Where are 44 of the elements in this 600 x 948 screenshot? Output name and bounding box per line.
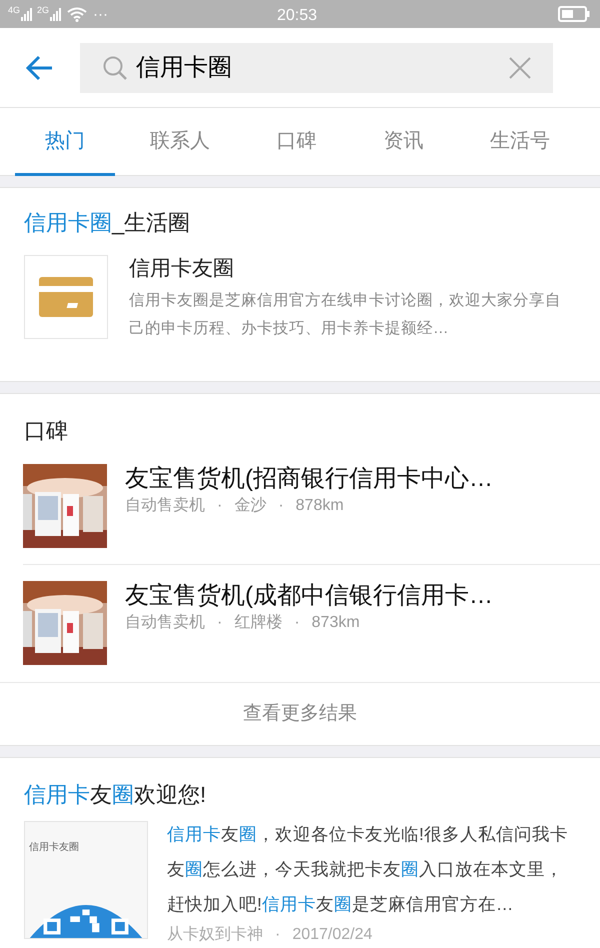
clear-icon[interactable] [509,56,531,78]
credit-card-icon [39,277,93,317]
separator-dot: · [275,925,280,945]
wifi-icon [67,6,88,22]
battery-icon [558,6,590,22]
shop-distance: 873km [312,613,360,633]
separator-dot: · [217,613,222,633]
tab[interactable]: 热门 [15,108,115,176]
article-summary: 信用卡友圈，欢迎各位卡友光临!很多人私信问我卡友圈怎么进，今天我就把卡友圈入口放在本文里，赶快加入吧!信用卡友圈是芝麻信用官方在… [167,823,569,916]
search-field[interactable]: 信用卡圈 [80,42,553,92]
network-label: 4G [8,6,20,15]
tab[interactable]: 联系人 [118,108,242,176]
signal-icon [21,7,34,21]
separator-dot: · [217,496,222,516]
article-author: 从卡奴到卡神 [167,924,263,945]
shop-name: 友宝售货机(成都中信银行信用卡… [125,581,494,611]
more-results-link[interactable]: 查看更多结果 [243,700,357,728]
article-title: 信用卡友圈欢迎您! [24,781,208,809]
item-title: 信用卡友圈 [129,256,235,282]
item-description: 信用卡友圈是芝麻信用官方在线申卡讨论圈，欢迎大家分享自己的申卡历程、办卡技巧、用卡养卡提额经… [129,291,562,339]
shop-category: 自动售卖机 [125,496,205,516]
separator-dot: · [294,613,300,633]
signal-icon [50,7,62,21]
shop-area: 金沙 [234,494,266,518]
shop-distance: 878km [296,496,344,516]
shop-name: 友宝售货机(招商银行信用卡中心… [125,464,494,494]
network-label: 2G [37,6,50,15]
tab[interactable]: 资讯 [352,108,456,176]
section-title: 信用卡圈_生活圈 [24,209,192,237]
life-circle-item[interactable]: 信用卡友圈 信用卡友圈是芝麻信用官方在线申卡讨论圈，欢迎大家分享自己的申卡历程、办卡技巧、用卡养卡提额经… [24,255,576,343]
thumbnail-label: 信用卡友圈 [29,840,79,855]
more-indicator: ··· [93,6,108,22]
back-arrow-icon [26,54,54,80]
shop-item[interactable]: 友宝售货机(成都中信银行信用卡… 自动售卖机 · 红牌楼 · 873km [23,565,600,682]
shop-item[interactable]: 友宝售货机(招商银行信用卡中心… 自动售卖机 · 金沙 · 878km [23,447,600,565]
separator-dot: · [278,496,284,516]
shop-category: 自动售卖机 [125,612,205,633]
tab[interactable]: 生活号 [458,108,582,176]
clock: 20:53 [277,6,318,26]
search-icon [102,54,128,80]
tab[interactable]: 口碑 [244,108,348,176]
shop-area: 红牌楼 [234,611,282,635]
section-title: 口碑 [23,417,69,445]
article-date: 2017/02/24 [292,925,372,945]
